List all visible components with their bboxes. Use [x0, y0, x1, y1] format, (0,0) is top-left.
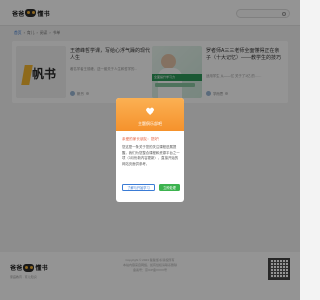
- notice-modal: 主题俱乐部吧 亲爱的家长朋友：您好！ 您这是一条关于您的关注课程进展提醒，我们为…: [116, 98, 184, 202]
- learn-more-button[interactable]: 了解与开始学习: [122, 184, 155, 191]
- modal-title: 主题俱乐部吧: [138, 121, 162, 126]
- modal-message: 您这是一条关于您的关注课程进展提醒，我们为您整合课程和资源平台之一项（3月份新内…: [122, 145, 180, 166]
- confirm-button[interactable]: 立即处理: [159, 184, 180, 191]
- modal-greeting: 亲爱的家长朋友：您好！: [122, 137, 162, 141]
- modal-body: 亲爱的家长朋友：您好！ 您这是一条关于您的关注课程进展提醒，我们为您整合课程和资…: [122, 136, 180, 167]
- modal-header: 主题俱乐部吧: [116, 98, 184, 131]
- heart-icon: [146, 108, 154, 116]
- modal-actions: 了解与开始学习 立即处理: [122, 184, 180, 191]
